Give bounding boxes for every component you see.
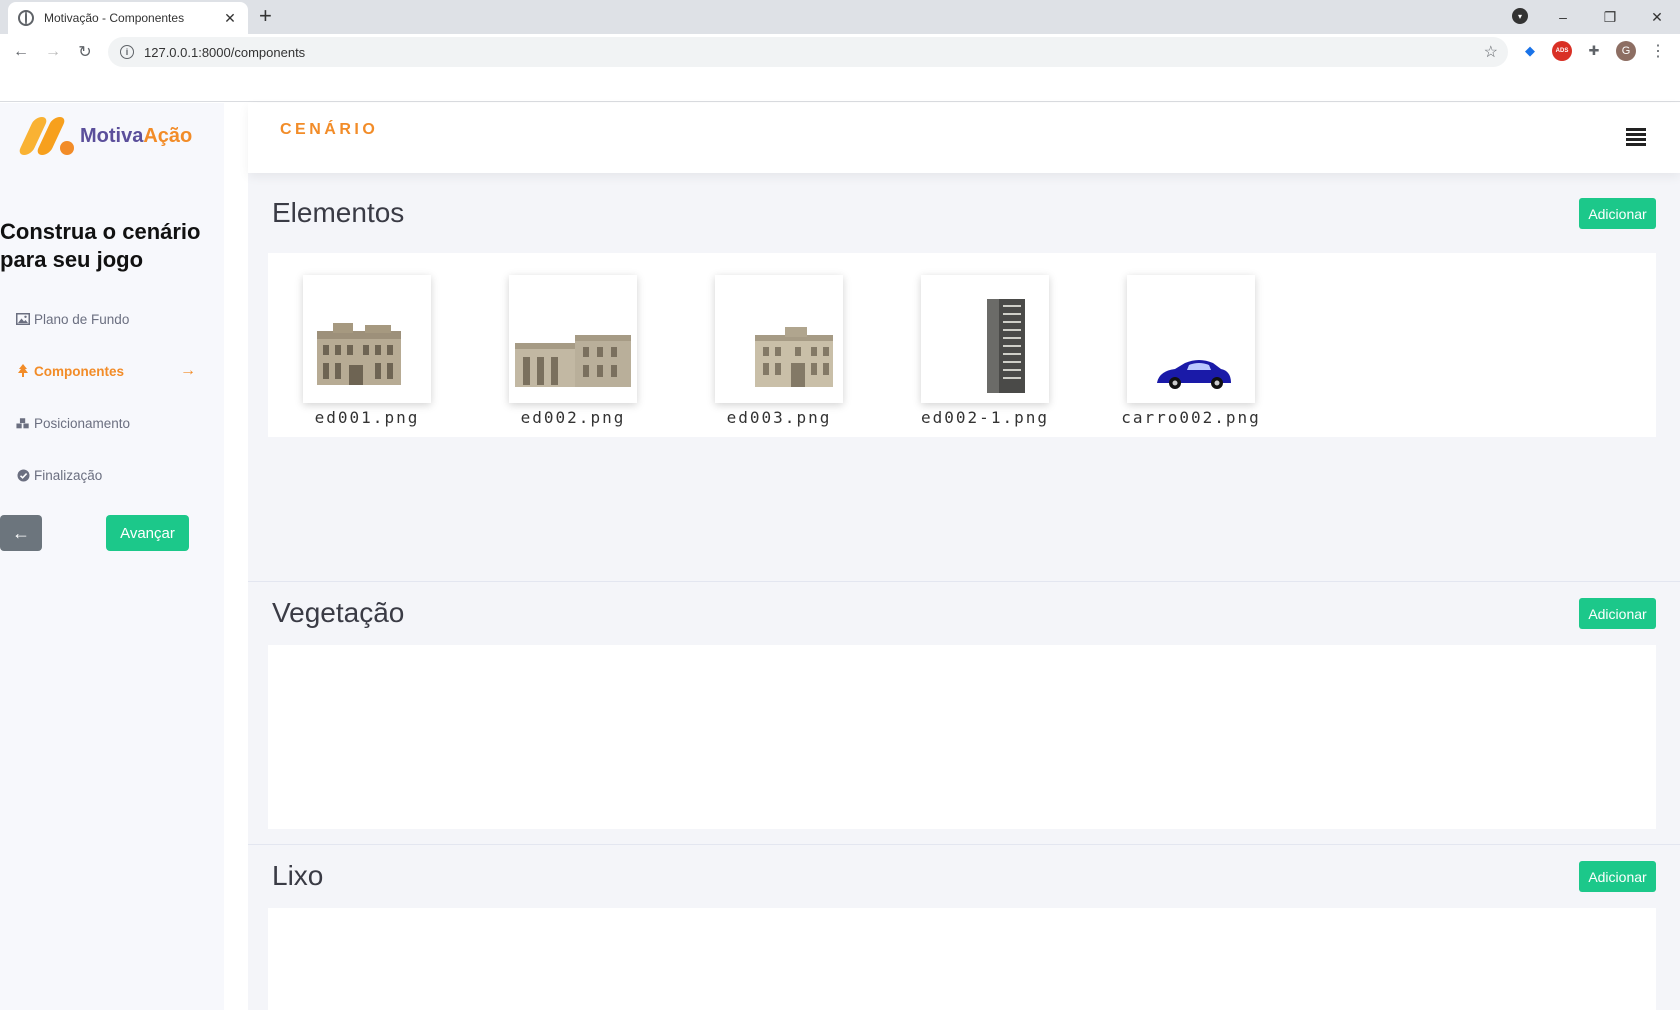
add-vegetacao-button[interactable]: Adicionar: [1579, 598, 1656, 629]
component-filename: ed001.png: [314, 408, 420, 427]
extensions-puzzle-icon[interactable]: ✚: [1584, 41, 1604, 61]
elementos-gallery: ed001.png ed002.png ed003.png ed002-1.pn…: [268, 253, 1656, 437]
section-title: Lixo: [272, 860, 324, 891]
new-tab-button[interactable]: +: [259, 5, 272, 27]
page: MotivaAção Construa o cenário para seu j…: [0, 103, 1680, 1010]
reload-icon[interactable]: ↻: [72, 39, 98, 65]
add-elementos-button[interactable]: Adicionar: [1579, 198, 1656, 229]
image-icon: [16, 312, 30, 326]
component-card[interactable]: carro002.png: [1111, 275, 1259, 427]
top-bar: CENÁRIO: [248, 103, 1680, 173]
lixo-gallery: [268, 908, 1656, 1010]
main-content: CENÁRIO Elementos Adicionar ed001.png ed…: [248, 103, 1680, 1010]
browser-tabstrip: Motivação - Componentes ✕ + ▾ – ❐ ✕: [0, 0, 1680, 34]
advance-button[interactable]: Avançar: [106, 515, 189, 551]
component-filename: ed002-1.png: [921, 408, 1049, 427]
component-filename: carro002.png: [1121, 408, 1261, 427]
logo-text-part1: Motiva: [80, 124, 144, 147]
sidebar: MotivaAção Construa o cenário para seu j…: [0, 103, 224, 1010]
minimize-button[interactable]: –: [1540, 0, 1586, 34]
vegetacao-gallery: [268, 645, 1656, 829]
profile-avatar[interactable]: G: [1616, 41, 1636, 61]
url-text[interactable]: 127.0.0.1:8000/components: [144, 45, 1484, 60]
nav-item-label: Posicionamento: [34, 415, 131, 431]
extension-ads-icon[interactable]: ADS: [1552, 41, 1572, 61]
logo-mark-icon: [16, 117, 74, 155]
browser-tab[interactable]: Motivação - Componentes ✕: [8, 2, 248, 34]
back-button[interactable]: ←: [0, 515, 42, 551]
logo-text: MotivaAção: [80, 125, 192, 148]
section-lixo: Lixo Adicionar: [248, 844, 1680, 1010]
bookmark-star-icon[interactable]: ☆: [1484, 42, 1498, 62]
active-arrow-icon: →: [180, 362, 196, 379]
component-card[interactable]: ed003.png: [699, 275, 843, 427]
nav-item-label: Finalização: [34, 467, 103, 483]
restore-button[interactable]: ❐: [1587, 0, 1633, 34]
hamburger-menu-icon[interactable]: [1626, 128, 1646, 146]
component-card[interactable]: ed002-1.png: [905, 275, 1049, 427]
sidebar-heading: Construa o cenário para seu jogo: [0, 219, 201, 272]
nav-item-label: Plano de Fundo: [34, 311, 130, 327]
nav-item-plano-de-fundo[interactable]: Plano de Fundo: [16, 293, 196, 345]
tab-search-icon[interactable]: ▾: [1512, 8, 1528, 24]
nav-item-finalizacao[interactable]: Finalização: [16, 449, 196, 501]
address-bar[interactable]: i 127.0.0.1:8000/components ☆: [108, 37, 1508, 67]
nav-item-label: Componentes: [34, 363, 125, 379]
car-image[interactable]: [1127, 275, 1255, 403]
bookmark-bar: [0, 70, 1680, 102]
building-image[interactable]: [303, 275, 431, 403]
browser-toolbar: ← → ↻ i 127.0.0.1:8000/components ☆: [0, 34, 1680, 70]
app-logo[interactable]: MotivaAção: [16, 117, 192, 155]
cubes-icon: [16, 416, 30, 430]
section-title: Vegetação: [272, 597, 405, 628]
building-image[interactable]: [921, 275, 1049, 403]
back-arrow-icon[interactable]: ←: [8, 39, 34, 65]
section-elementos: Elementos Adicionar ed001.png ed002.png …: [248, 173, 1680, 581]
extension-cap-icon[interactable]: ◆: [1520, 41, 1540, 61]
component-card[interactable]: ed001.png: [287, 275, 431, 427]
component-card[interactable]: ed002.png: [493, 275, 637, 427]
close-window-button[interactable]: ✕: [1634, 0, 1680, 34]
browser-menu-icon[interactable]: ⋮: [1648, 41, 1668, 61]
component-filename: ed002.png: [520, 408, 626, 427]
step-nav: Plano de Fundo Componentes → Posicioname…: [16, 293, 196, 501]
page-title: CENÁRIO: [280, 121, 379, 138]
nav-item-posicionamento[interactable]: Posicionamento: [16, 397, 196, 449]
component-filename: ed003.png: [726, 408, 832, 427]
building-image[interactable]: [509, 275, 637, 403]
building-image[interactable]: [715, 275, 843, 403]
tab-close-icon[interactable]: ✕: [222, 10, 238, 27]
logo-text-part2: Ação: [143, 124, 193, 147]
section-title: Elementos: [272, 197, 405, 228]
nav-item-componentes[interactable]: Componentes →: [16, 345, 196, 397]
tab-title: Motivação - Componentes: [44, 11, 185, 25]
section-vegetacao: Vegetação Adicionar: [248, 581, 1680, 844]
info-icon[interactable]: i: [120, 45, 134, 59]
add-lixo-button[interactable]: Adicionar: [1579, 861, 1656, 892]
check-circle-icon: [16, 468, 30, 482]
forward-arrow-icon[interactable]: →: [40, 39, 66, 65]
tree-icon: [16, 364, 30, 378]
globe-icon: [18, 10, 34, 26]
